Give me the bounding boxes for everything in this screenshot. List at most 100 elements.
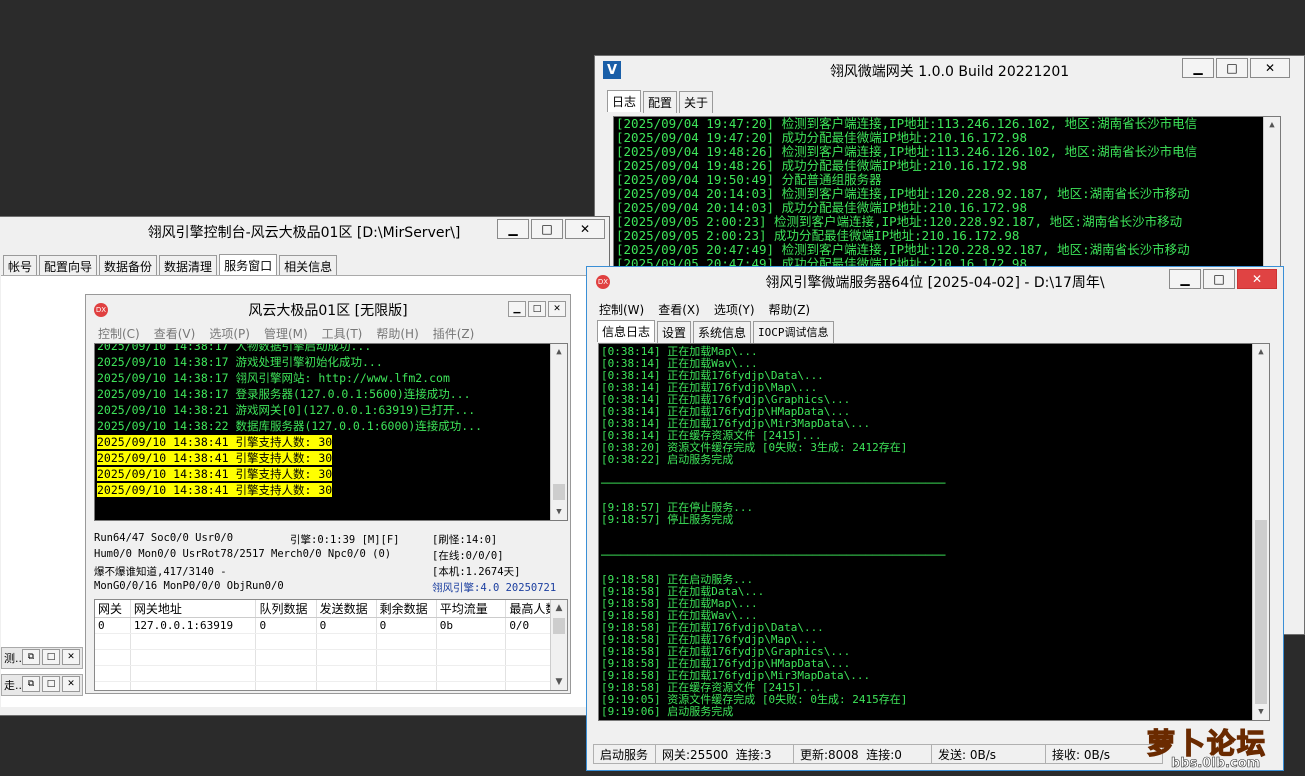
menu-view[interactable]: 查看(X): [658, 301, 700, 318]
gateway-title: 翎风微端网关 1.0.0 Build 20221201: [829, 64, 1070, 80]
close-icon[interactable]: ✕: [548, 301, 566, 317]
log-line: 2025/09/10 14:38:41 引擎支持人数: 30: [97, 435, 333, 449]
column-header[interactable]: 发送数据: [316, 600, 377, 618]
tab-system-info[interactable]: 系统信息: [693, 321, 752, 343]
forum-watermark-logo: 萝卜论坛 bbs.0lb.com: [1143, 722, 1293, 772]
log-line: [2025/09/05 20:47:49] 检测到客户端连接,IP地址:120.…: [616, 242, 1190, 257]
minimize-button[interactable]: ▁: [1169, 269, 1201, 289]
tab-service-window[interactable]: 服务窗口: [219, 254, 278, 276]
column-header[interactable]: 平均流量: [436, 600, 507, 618]
column-header[interactable]: 网关地址: [130, 600, 257, 618]
empty-row: [95, 665, 567, 682]
log-line: [0:38:22] 启动服务完成: [601, 453, 734, 466]
menu-help[interactable]: 帮助(Z): [769, 301, 811, 318]
table-cell: 127.0.0.1:63919: [130, 617, 257, 634]
engine-version: 翎风引擎:4.0 20250721: [432, 582, 557, 594]
micro-log-scrollbar[interactable]: ▲ ▼: [1252, 344, 1269, 720]
gateway-titlebar[interactable]: V 翎风微端网关 1.0.0 Build 20221201 ▁ □ ✕: [595, 56, 1304, 86]
scroll-thumb[interactable]: [553, 484, 565, 500]
menu-control[interactable]: 控制(W): [599, 301, 644, 318]
stat-monsters: MonG0/0/16 MonP0/0/0 ObjRun0/0: [94, 580, 284, 592]
maximize-button[interactable]: □: [1203, 269, 1235, 289]
app-logo-icon: DX: [94, 303, 108, 317]
close-icon[interactable]: ✕: [62, 676, 80, 692]
column-header[interactable]: 网关: [95, 600, 131, 618]
empty-row: [95, 649, 567, 666]
log-line: ────────────────────────────────────────…: [601, 549, 946, 562]
table-row[interactable]: 0 127.0.0.1:63919 0 0 0 0b 0/0: [95, 617, 567, 634]
log-line: ────────────────────────────────────────…: [601, 477, 946, 490]
log-line: 2025/09/10 14:38:41 引擎支持人数: 30: [97, 451, 333, 465]
table-cell: 0b: [436, 617, 507, 634]
maximize-icon[interactable]: □: [42, 649, 60, 665]
empty-row: [95, 633, 567, 650]
app-logo-icon: DX: [596, 275, 610, 289]
stat-humans: Hum0/0 Mon0/0 UsrRot78/2517 Merch0/0 Npc…: [94, 548, 392, 560]
menu-help[interactable]: 帮助(H): [376, 325, 418, 342]
tab-data-cleanup[interactable]: 数据清理: [159, 255, 218, 277]
log-line: [2025/09/04 20:14:03] 成功分配最佳微端IP地址:210.1…: [616, 200, 1027, 215]
table-cell: 0: [316, 617, 377, 634]
maximize-icon[interactable]: □: [528, 301, 546, 317]
console-title: 翎风引擎控制台-风云大极品01区 [D:\MirServer\]: [147, 225, 461, 241]
gateway-table[interactable]: 网关 网关地址 队列数据 发送数据 剩余数据 平均流量 最高人数 0 127.0.0.1:63…: [94, 599, 568, 691]
status-update: 更新:8008 连接:0: [793, 744, 931, 764]
tab-iocp-debug[interactable]: IOCP调试信息: [753, 321, 834, 343]
tab-info-log[interactable]: 信息日志: [597, 320, 656, 342]
maximize-button[interactable]: □: [1216, 58, 1248, 78]
close-button[interactable]: ✕: [1237, 269, 1277, 289]
status-send: 发送: 0B/s: [931, 744, 1045, 764]
log-line: 2025/09/10 14:38:17 游戏处理引擎初始化成功...: [97, 355, 383, 369]
minimized-child-2[interactable]: 走... ⧉ □ ✕: [1, 674, 83, 696]
micro-window: DX 翎风引擎微端服务器64位 [2025-04-02] - D:\17周年\ …: [586, 266, 1284, 771]
minimize-button[interactable]: ▁: [497, 219, 529, 239]
console-titlebar[interactable]: 翎风引擎控制台-风云大极品01区 [D:\MirServer\] ▁ □ ✕: [0, 217, 609, 247]
scroll-thumb[interactable]: [1255, 520, 1267, 704]
maximize-button[interactable]: □: [531, 219, 563, 239]
menu-plugins[interactable]: 插件(Z): [433, 325, 475, 342]
scroll-up-icon[interactable]: ▲: [1253, 344, 1269, 360]
restore-icon[interactable]: ⧉: [22, 649, 40, 665]
micro-title: 翎风引擎微端服务器64位 [2025-04-02] - D:\17周年\: [765, 275, 1105, 291]
menu-manage[interactable]: 管理(M): [264, 325, 308, 342]
tab-config[interactable]: 配置: [643, 91, 678, 113]
server-titlebar[interactable]: DX 风云大极品01区 [无限版] ▁ □ ✕: [86, 295, 570, 325]
minimize-icon[interactable]: ▁: [508, 301, 526, 317]
tab-data-backup[interactable]: 数据备份: [99, 255, 158, 277]
close-button[interactable]: ✕: [1250, 58, 1290, 78]
stat-engine-time: 引擎:0:1:39 [M][F]: [290, 534, 400, 546]
table-scrollbar[interactable]: ▲ ▼: [550, 600, 567, 690]
server-log-scrollbar[interactable]: ▲ ▼: [550, 344, 567, 520]
tab-about[interactable]: 关于: [679, 91, 714, 113]
server-title: 风云大极品01区 [无限版]: [248, 303, 408, 319]
scroll-down-icon[interactable]: ▼: [551, 504, 567, 520]
maximize-icon[interactable]: □: [42, 676, 60, 692]
log-line: [2025/09/05 2:00:23] 成功分配最佳微端IP地址:210.16…: [616, 228, 1020, 243]
log-line: 2025/09/10 14:38:17 登录服务器(127.0.0.1:5600…: [97, 387, 471, 401]
minimized-child-1[interactable]: 测... ⧉ □ ✕: [1, 647, 83, 669]
tab-config-wizard[interactable]: 配置向导: [39, 255, 98, 277]
micro-statusbar: 启动服务 网关:25500 连接:3 更新:8008 连接:0 发送: 0B/s…: [593, 744, 1163, 764]
menu-view[interactable]: 查看(V): [154, 325, 196, 342]
scroll-up-icon[interactable]: ▲: [551, 344, 567, 360]
micro-titlebar[interactable]: DX 翎风引擎微端服务器64位 [2025-04-02] - D:\17周年\ …: [587, 267, 1283, 297]
tab-account[interactable]: 帐号: [3, 255, 38, 277]
log-line: 2025/09/10 14:38:41 引擎支持人数: 30: [97, 483, 333, 497]
menu-options[interactable]: 选项(Y): [714, 301, 755, 318]
tab-settings[interactable]: 设置: [657, 321, 692, 343]
tab-related-info[interactable]: 相关信息: [279, 255, 338, 277]
tab-log[interactable]: 日志: [607, 90, 642, 112]
micro-log[interactable]: [0:38:14] 正在加载Map\... [0:38:14] 正在加载Wav\.…: [598, 343, 1270, 721]
close-button[interactable]: ✕: [565, 219, 605, 239]
menu-options[interactable]: 选项(P): [209, 325, 250, 342]
column-header[interactable]: 队列数据: [255, 600, 317, 618]
menu-control[interactable]: 控制(C): [98, 325, 140, 342]
log-line: [2025/09/04 19:48:26] 成功分配最佳微端IP地址:210.1…: [616, 158, 1027, 173]
restore-icon[interactable]: ⧉: [22, 676, 40, 692]
minimize-button[interactable]: ▁: [1182, 58, 1214, 78]
server-log[interactable]: 2025/09/10 14:38:17 人物数据引擎启动成功... 2025/09…: [94, 343, 568, 521]
scroll-down-icon[interactable]: ▼: [1253, 704, 1269, 720]
menu-tools[interactable]: 工具(T): [322, 325, 363, 342]
column-header[interactable]: 剩余数据: [376, 600, 437, 618]
close-icon[interactable]: ✕: [62, 649, 80, 665]
